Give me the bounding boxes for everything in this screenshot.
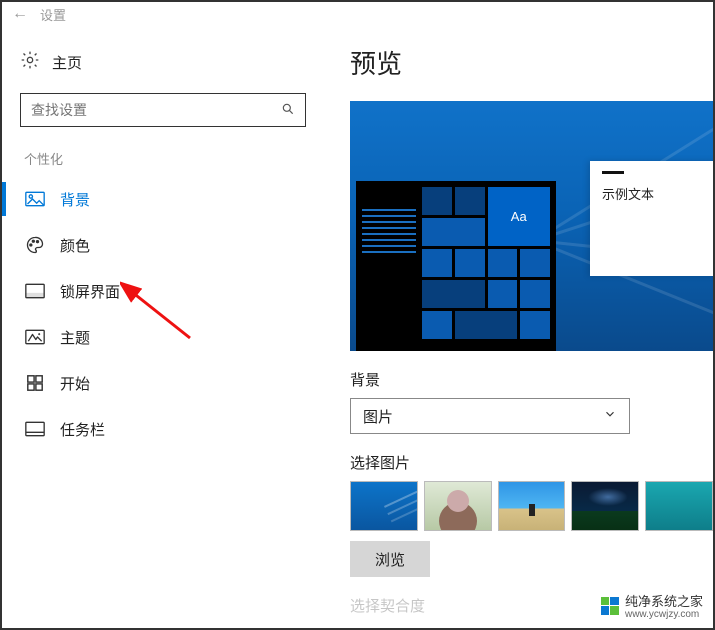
watermark-logo-icon (601, 597, 619, 615)
sidebar-item-background[interactable]: 背景 (14, 176, 312, 222)
themes-icon (24, 329, 46, 345)
main-content: 预览 Aa 示例文本 背景 (342, 26, 713, 628)
preview-sample-text: 示例文本 (602, 184, 708, 203)
search-input-wrap[interactable] (20, 93, 306, 127)
picture-thumbnail[interactable] (645, 481, 713, 531)
picture-thumbnail[interactable] (424, 481, 492, 531)
gear-icon (20, 50, 40, 75)
preview-window: 示例文本 (590, 161, 713, 276)
titlebar-title: 设置 (40, 5, 66, 24)
preview-heading: 预览 (350, 44, 713, 81)
home-label: 主页 (52, 52, 82, 73)
sidebar-item-label: 颜色 (60, 235, 90, 256)
titlebar: ← 设置 (2, 2, 713, 26)
desktop-preview: Aa 示例文本 (350, 101, 713, 351)
back-icon[interactable]: ← (12, 5, 28, 23)
sidebar-item-label: 背景 (60, 189, 90, 210)
choose-picture-label: 选择图片 (350, 452, 713, 473)
dropdown-value: 图片 (363, 406, 393, 427)
watermark-brand: 纯净系统之家 (625, 594, 703, 609)
sidebar-item-taskbar[interactable]: 任务栏 (14, 406, 312, 452)
home-button[interactable]: 主页 (14, 44, 312, 89)
picture-thumbnail[interactable] (571, 481, 639, 531)
taskbar-icon (24, 421, 46, 437)
preview-start-menu: Aa (356, 181, 556, 351)
sidebar: 主页 个性化 背景 颜色 (2, 26, 322, 628)
background-label: 背景 (350, 369, 713, 390)
picture-thumbnail[interactable] (350, 481, 418, 531)
chevron-down-icon (603, 407, 617, 425)
lockscreen-icon (24, 283, 46, 299)
search-icon (281, 102, 295, 119)
sidebar-item-label: 主题 (60, 327, 90, 348)
palette-icon (24, 235, 46, 255)
picture-thumbnail[interactable] (498, 481, 566, 531)
picture-thumbnails (350, 481, 713, 531)
watermark: 纯净系统之家 www.ycwjzy.com (597, 589, 707, 622)
browse-button[interactable]: 浏览 (350, 541, 430, 577)
sidebar-item-label: 锁屏界面 (60, 281, 120, 302)
sidebar-item-label: 任务栏 (60, 419, 105, 440)
category-label: 个性化 (24, 149, 312, 168)
search-input[interactable] (31, 102, 281, 118)
sidebar-item-lockscreen[interactable]: 锁屏界面 (14, 268, 312, 314)
sidebar-item-start[interactable]: 开始 (14, 360, 312, 406)
sidebar-item-colors[interactable]: 颜色 (14, 222, 312, 268)
background-dropdown[interactable]: 图片 (350, 398, 630, 434)
preview-tile-aa: Aa (488, 187, 551, 246)
sidebar-item-label: 开始 (60, 373, 90, 394)
watermark-url: www.ycwjzy.com (625, 610, 703, 620)
picture-icon (24, 191, 46, 207)
start-icon (24, 374, 46, 392)
sidebar-item-themes[interactable]: 主题 (14, 314, 312, 360)
